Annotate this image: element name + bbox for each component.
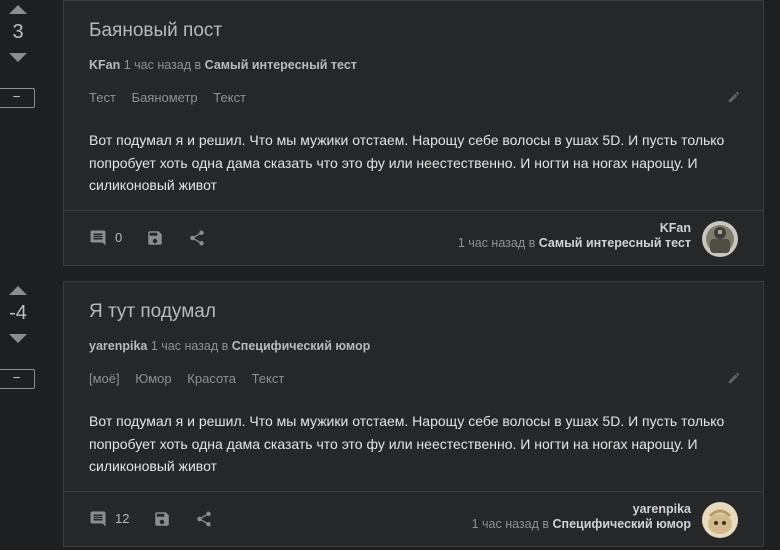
comment-icon[interactable] xyxy=(89,229,107,252)
collapse-button[interactable]: − xyxy=(0,369,35,389)
footer-meta: 1 час назад в Специфический юмор xyxy=(472,517,691,531)
footer-time: 1 час назад xyxy=(457,236,526,250)
vote-column: 3 − xyxy=(0,0,36,266)
post-2: -4 − Я тут подумал yarenpika 1 час назад… xyxy=(0,281,780,547)
tag-list: Тест Баянометр Текст xyxy=(89,90,258,105)
comment-icon[interactable] xyxy=(89,510,107,533)
arrow-up-icon[interactable] xyxy=(9,5,27,14)
post-body: Вот подумал я и решил. Что мы мужики отс… xyxy=(89,413,725,474)
arrow-down-icon[interactable] xyxy=(9,334,27,343)
post-time: 1 час назад xyxy=(123,58,192,72)
avatar-knight-icon xyxy=(702,221,738,257)
avatar[interactable] xyxy=(702,221,738,257)
post-meta: KFan 1 час назад в Самый интересный тест xyxy=(89,58,357,72)
footer-author-link[interactable]: KFan xyxy=(660,221,691,235)
collapse-button[interactable]: − xyxy=(0,88,35,108)
tag[interactable]: [моё] xyxy=(89,371,120,386)
avatar-cartoon-icon xyxy=(702,502,738,538)
footer-community-link[interactable]: Специфический юмор xyxy=(553,517,691,531)
tag[interactable]: Красота xyxy=(187,371,236,386)
community-link[interactable]: Специфический юмор xyxy=(232,339,370,353)
post-card: Я тут подумал yarenpika 1 час назад в Сп… xyxy=(63,281,764,547)
post-feed: 3 − Баяновый пост KFan 1 час назад в Сам… xyxy=(0,0,780,550)
in-word: в xyxy=(542,517,550,531)
post-title[interactable]: Я тут подумал xyxy=(89,301,216,323)
tag[interactable]: Юмор xyxy=(135,371,171,386)
in-word: в xyxy=(194,58,202,72)
vote-count: 3 xyxy=(12,21,24,43)
comment-count: 12 xyxy=(115,511,130,526)
post-title[interactable]: Баяновый пост xyxy=(89,20,222,42)
tag[interactable]: Баянометр xyxy=(132,90,198,105)
post-card: Баяновый пост KFan 1 час назад в Самый и… xyxy=(63,0,764,266)
post-footer: 12 yarenpika 1 час назад в Специфический… xyxy=(64,491,763,546)
post-body: Вот подумал я и решил. Что мы мужики отс… xyxy=(89,132,725,193)
footer-meta: 1 час назад в Самый интересный тест xyxy=(458,236,691,250)
tag[interactable]: Тест xyxy=(89,90,116,105)
in-word: в xyxy=(528,236,536,250)
vote-column: -4 − xyxy=(0,281,36,547)
footer-author-link[interactable]: yarenpika xyxy=(633,502,691,516)
author-link[interactable]: KFan xyxy=(89,58,120,72)
share-icon[interactable] xyxy=(195,510,213,533)
author-link[interactable]: yarenpika xyxy=(89,339,147,353)
tag[interactable]: Текст xyxy=(252,371,285,386)
in-word: в xyxy=(221,339,229,353)
arrow-down-icon[interactable] xyxy=(9,53,27,62)
post-meta: yarenpika 1 час назад в Специфический юм… xyxy=(89,339,370,353)
arrow-up-icon[interactable] xyxy=(9,286,27,295)
vote-count: -4 xyxy=(9,302,27,324)
avatar[interactable] xyxy=(702,502,738,538)
footer-community-link[interactable]: Самый интересный тест xyxy=(539,236,691,250)
footer-time: 1 час назад xyxy=(471,517,539,531)
post-1: 3 − Баяновый пост KFan 1 час назад в Сам… xyxy=(0,0,780,266)
post-footer: 0 KFan 1 час назад в Самый интересный те… xyxy=(64,210,763,265)
save-icon[interactable] xyxy=(146,229,164,252)
edit-icon[interactable] xyxy=(727,90,741,109)
edit-icon[interactable] xyxy=(727,371,741,390)
comment-count: 0 xyxy=(115,230,123,245)
tag-list: [моё] Юмор Красота Текст xyxy=(89,371,296,386)
share-icon[interactable] xyxy=(188,229,206,252)
post-time: 1 час назад xyxy=(150,339,219,353)
community-link[interactable]: Самый интересный тест xyxy=(205,58,357,72)
save-icon[interactable] xyxy=(153,510,171,533)
tag[interactable]: Текст xyxy=(213,90,246,105)
